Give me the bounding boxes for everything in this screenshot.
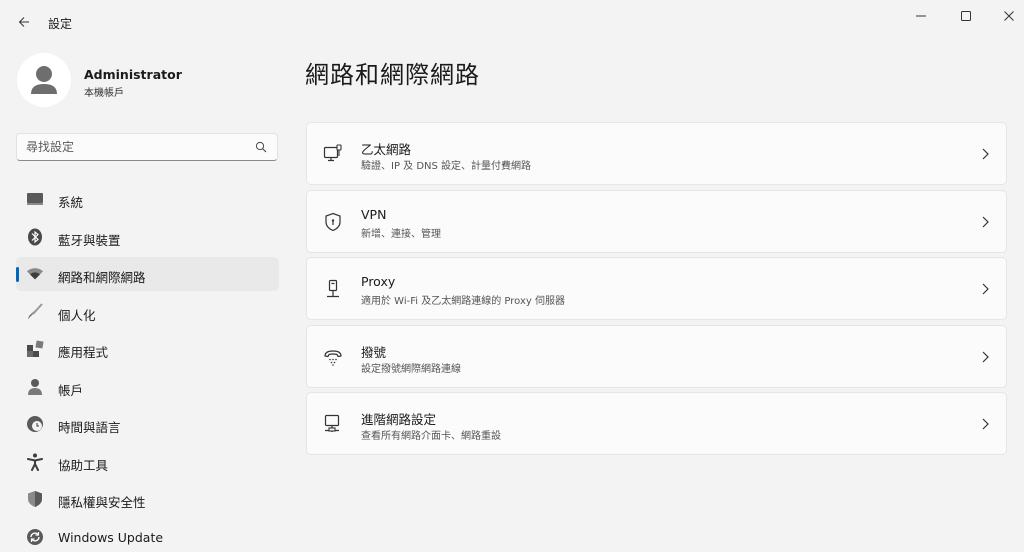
card-title: 進階網路設定 [361,412,437,427]
sidebar-item-apps[interactable]: 應用程式 [16,332,279,366]
sidebar-item-time-language[interactable]: 時間與語言 [16,407,279,441]
sidebar-item-network[interactable]: 網路和網際網路 [16,257,279,291]
sidebar-item-windows-update[interactable]: Windows Update [16,520,279,552]
proxy-icon [322,278,344,300]
sidebar-item-label: 帳戶 [58,382,84,398]
card-subtitle: 驗證、IP 及 DNS 設定、計量付費網路 [361,161,532,172]
card-title: VPN [361,206,387,222]
app-title: 設定 [48,17,73,31]
card-proxy[interactable]: Proxy 適用於 Wi-Fi 及乙太網路連線的 Proxy 伺服器 [306,257,1007,320]
ethernet-icon [322,143,344,165]
close-icon [1004,11,1014,21]
sidebar-nav: 系統 藍牙與裝置 網路和網際網路 個人化 應用程式 帳戶 時間與語言 協助工具 … [16,182,279,552]
minimize-icon [916,15,926,17]
sidebar-item-bluetooth[interactable]: 藍牙與裝置 [16,220,279,254]
dialup-icon [322,346,344,368]
chevron-right-icon [982,418,989,430]
card-dialup[interactable]: 撥號 設定撥號網際網路連線 [306,324,1007,388]
apps-icon [26,340,44,358]
card-title: 乙太網路 [361,142,412,157]
sidebar-item-label: 個人化 [58,307,96,323]
chevron-right-icon [982,148,989,160]
sidebar-item-label: 藍牙與裝置 [58,232,121,248]
advanced-network-icon [322,413,344,435]
title-bar: 設定 [0,0,1024,44]
search-input[interactable] [26,140,246,154]
close-button[interactable] [986,0,1024,32]
sidebar-item-label: Windows Update [58,529,164,545]
globe-clock-icon [26,415,44,433]
avatar[interactable] [17,53,71,107]
update-icon [26,528,44,546]
bluetooth-icon [26,228,44,246]
search-icon[interactable] [255,141,267,153]
card-ethernet[interactable]: 乙太網路 驗證、IP 及 DNS 設定、計量付費網路 [306,122,1007,185]
sidebar-item-privacy-security[interactable]: 隱私權與安全性 [16,482,279,516]
back-arrow-icon [18,17,29,27]
user-name: Administrator [84,67,182,82]
monitor-icon [26,190,44,208]
wifi-icon [26,265,44,283]
sidebar-item-label: 網路和網際網路 [58,270,146,285]
search-box[interactable] [16,133,278,161]
back-button[interactable] [12,10,36,34]
person-icon [26,378,44,396]
sidebar-item-label: 協助工具 [58,457,109,473]
vpn-shield-icon [322,211,344,233]
card-subtitle: 適用於 Wi-Fi 及乙太網路連線的 Proxy 伺服器 [361,296,565,307]
maximize-button[interactable] [943,0,989,32]
card-title: 撥號 [361,344,387,360]
card-subtitle: 查看所有網路介面卡、網路重設 [361,431,501,442]
shield-icon [26,490,44,508]
card-advanced-network[interactable]: 進階網路設定 查看所有網路介面卡、網路重設 [306,392,1007,455]
chevron-right-icon [982,216,989,227]
sidebar-item-label: 隱私權與安全性 [58,495,146,510]
sidebar-item-label: 系統 [58,195,84,210]
person-avatar-icon [31,66,57,94]
page-title: 網路和網際網路 [305,61,480,89]
account-type: 本機帳戶 [84,88,124,99]
chevron-right-icon [982,351,989,362]
chevron-right-icon [982,283,989,295]
card-subtitle: 新增、連接、管理 [361,228,441,240]
minimize-button[interactable] [898,0,944,32]
sidebar-item-system[interactable]: 系統 [16,182,279,216]
sidebar-item-personalization[interactable]: 個人化 [16,295,279,329]
maximize-icon [961,11,971,21]
settings-list: 乙太網路 驗證、IP 及 DNS 設定、計量付費網路 VPN 新增、連接、管理 … [306,122,1007,460]
card-title: Proxy [361,274,396,289]
sidebar-item-label: 應用程式 [58,345,109,360]
sidebar-item-label: 時間與語言 [58,420,121,435]
card-vpn[interactable]: VPN 新增、連接、管理 [306,189,1007,253]
accessibility-icon [26,453,44,471]
sidebar-item-accessibility[interactable]: 協助工具 [16,445,279,479]
sidebar-item-accounts[interactable]: 帳戶 [16,370,279,404]
brush-icon [26,302,44,321]
card-subtitle: 設定撥號網際網路連線 [361,363,461,375]
